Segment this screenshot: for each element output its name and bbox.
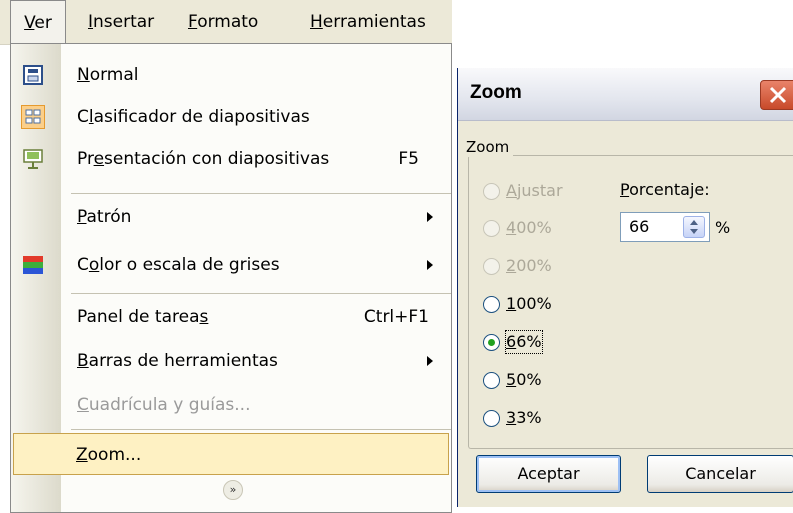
menu-item-toolbars[interactable]: Barras de herramientas	[11, 340, 451, 382]
menu-formato-mnemonic: F	[188, 12, 198, 32]
percentage-input[interactable]: 66	[620, 212, 710, 242]
menu-herramientas-label: erramientas	[322, 12, 426, 32]
menu-item-slideshow[interactable]: Presentación con diapositivas F5	[11, 138, 451, 180]
slideshow-icon	[21, 147, 45, 171]
menu-insertar-label: nsertar	[93, 12, 155, 32]
menu-item-master-label: Patrón	[77, 207, 132, 227]
menu-item-grid-guides-label: Cuadrícula y guías...	[77, 395, 251, 415]
radio-400	[483, 220, 500, 237]
menu-formato[interactable]: Formato	[188, 0, 258, 44]
menu-ver[interactable]: Ver	[10, 0, 66, 45]
menu-bar: Ver Insertar Formato Herramientas	[0, 0, 452, 45]
ok-button[interactable]: Aceptar	[476, 455, 621, 493]
menu-insertar[interactable]: Insertar	[88, 0, 154, 44]
menu-item-zoom-label: Zoom...	[76, 445, 142, 465]
menu-item-normal-label: Normal	[77, 65, 139, 85]
radio-fit	[483, 183, 500, 200]
percentage-spinner[interactable]	[683, 216, 705, 238]
radio-400-label: 400%	[506, 218, 552, 237]
menu-herramientas[interactable]: Herramientas	[310, 0, 426, 44]
radio-200-label: 200%	[506, 256, 552, 275]
radio-50[interactable]	[483, 372, 500, 389]
zoom-dialog: Zoom Zoom Ajustar 400% 200% 100% 66% 50%…	[457, 68, 793, 507]
dialog-title-bar[interactable]: Zoom	[458, 68, 793, 121]
radio-100[interactable]	[483, 296, 500, 313]
menu-item-task-pane-shortcut: Ctrl+F1	[363, 307, 429, 327]
menu-separator	[71, 293, 451, 294]
menu-item-normal[interactable]: Normal	[11, 54, 451, 96]
menu-item-toolbars-label: Barras de herramientas	[77, 351, 278, 371]
close-button[interactable]	[760, 80, 793, 110]
slide-sorter-icon	[21, 105, 45, 129]
menu-item-task-pane[interactable]: Panel de tareas Ctrl+F1	[11, 296, 451, 338]
menu-formato-label: ormato	[197, 12, 259, 32]
menu-item-color-grayscale-label: Color o escala de grises	[77, 255, 280, 275]
menu-ver-label: er	[34, 13, 52, 33]
dialog-title: Zoom	[470, 82, 522, 103]
radio-66-label[interactable]: 66%	[505, 330, 543, 354]
spin-up-icon[interactable]	[690, 220, 698, 225]
cancel-button[interactable]: Cancelar	[647, 455, 793, 493]
menu-item-zoom[interactable]: Zoom...	[13, 433, 449, 475]
menu-item-slide-sorter-label: Clasificador de diapositivas	[77, 107, 310, 127]
expand-menu-chevron-icon[interactable]: »	[223, 480, 243, 500]
menu-ver-mnemonic: V	[24, 13, 35, 33]
percent-sign: %	[715, 218, 731, 237]
ver-dropdown-menu: Normal Clasificador de diapositivas Pres…	[10, 43, 452, 513]
menu-item-master[interactable]: Patrón	[11, 196, 451, 238]
color-grayscale-icon	[21, 253, 45, 277]
close-icon	[769, 86, 787, 104]
menu-separator	[71, 429, 451, 430]
radio-33[interactable]	[483, 410, 500, 427]
percentage-label: Porcentaje:	[620, 180, 710, 199]
submenu-arrow-icon	[427, 260, 433, 270]
percentage-value: 66	[629, 217, 650, 236]
menu-separator	[71, 193, 451, 194]
radio-200	[483, 258, 500, 275]
radio-50-label[interactable]: 50%	[506, 369, 542, 391]
submenu-arrow-icon	[427, 212, 433, 222]
menu-item-task-pane-label: Panel de tareas	[77, 307, 209, 327]
submenu-arrow-icon	[427, 356, 433, 366]
menu-item-color-grayscale[interactable]: Color o escala de grises	[11, 244, 451, 286]
zoom-group-label: Zoom	[466, 137, 514, 157]
menu-item-slideshow-shortcut: F5	[398, 149, 419, 169]
menu-item-grid-guides: Cuadrícula y guías...	[11, 384, 451, 426]
spin-down-icon[interactable]	[690, 229, 698, 234]
radio-33-label[interactable]: 33%	[506, 407, 542, 429]
normal-view-icon	[21, 63, 45, 87]
menu-herramientas-mnemonic: H	[310, 12, 323, 32]
radio-100-label[interactable]: 100%	[506, 293, 552, 315]
radio-fit-label: Ajustar	[506, 181, 563, 200]
menu-item-slide-sorter[interactable]: Clasificador de diapositivas	[11, 96, 451, 138]
radio-66[interactable]	[483, 334, 500, 351]
menu-item-slideshow-label: Presentación con diapositivas	[77, 149, 330, 169]
